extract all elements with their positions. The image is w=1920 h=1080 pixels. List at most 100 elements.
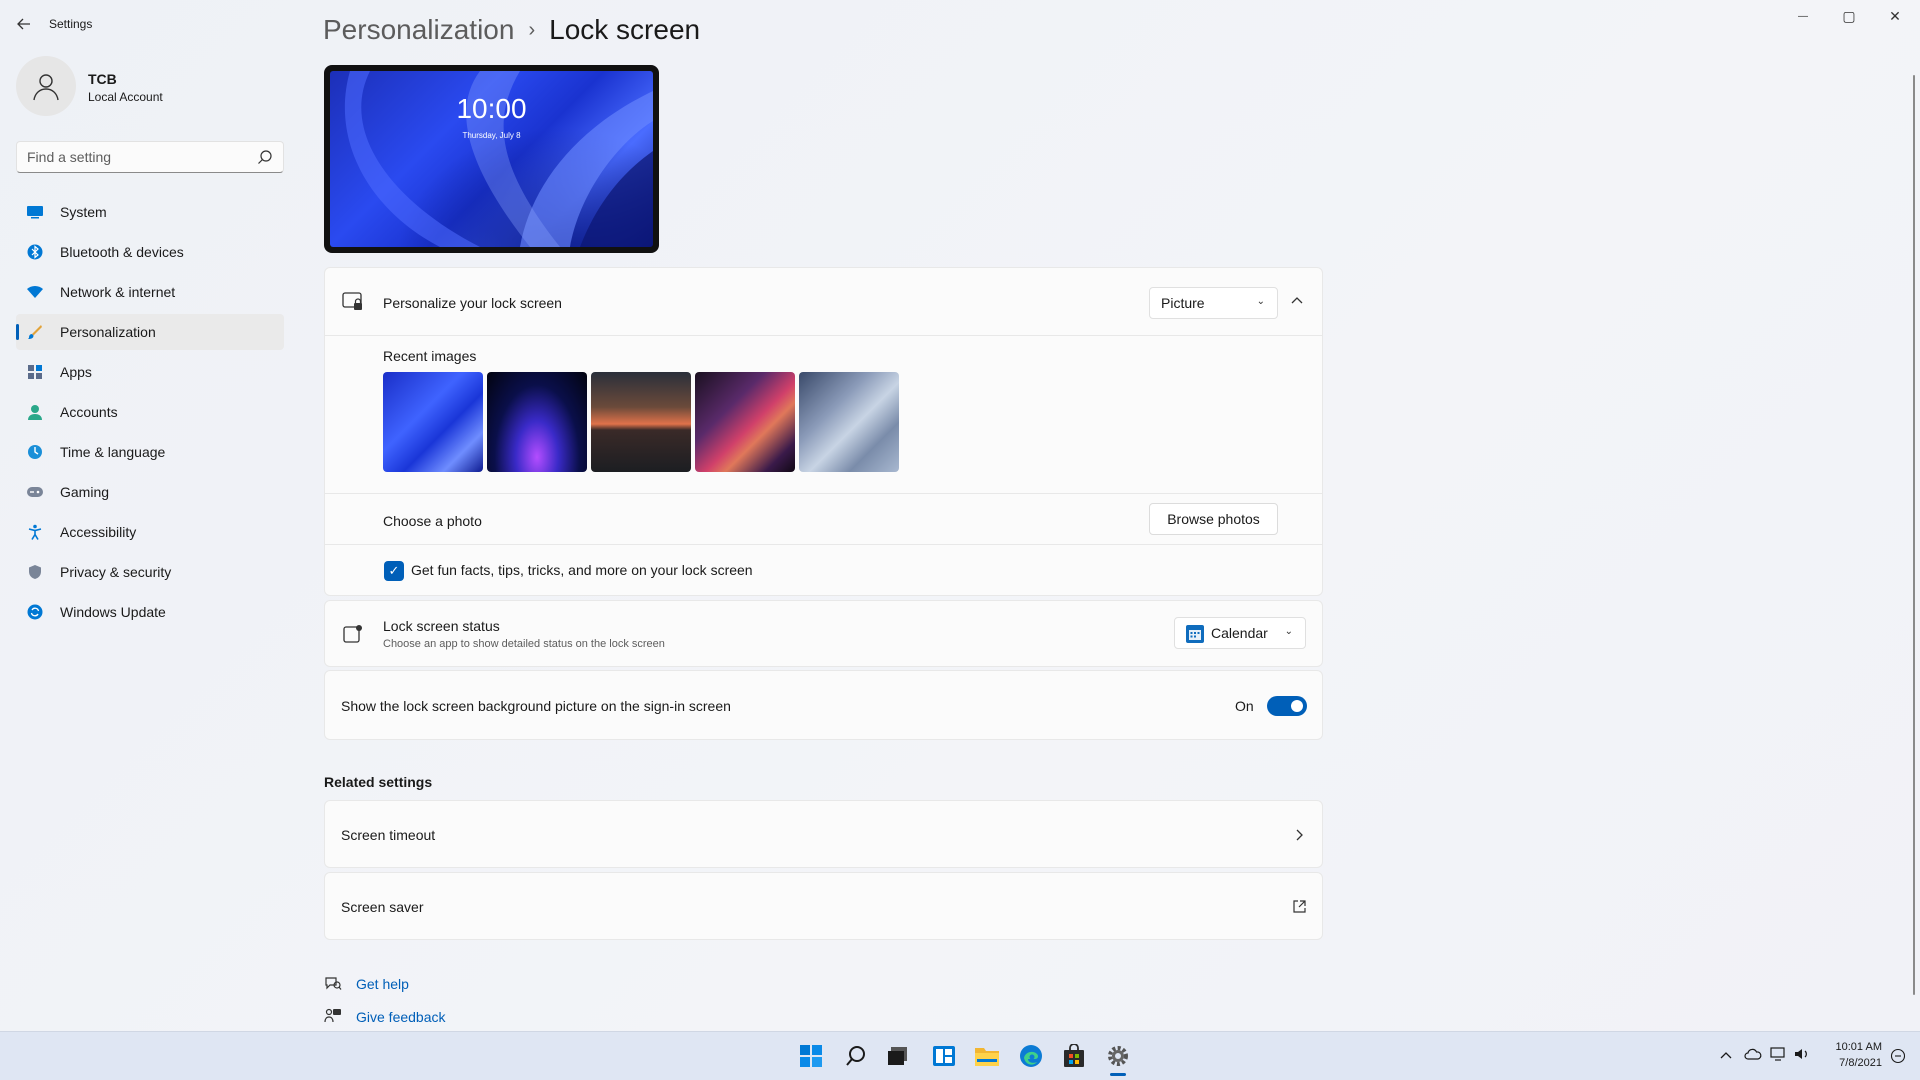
maximize-icon: ▢ — [1842, 7, 1856, 24]
sidebar-item-label: System — [60, 204, 107, 220]
search-box — [16, 141, 284, 173]
search-icon[interactable] — [257, 149, 273, 165]
active-app-indicator — [1110, 1073, 1126, 1076]
recent-image-thumb[interactable] — [695, 372, 795, 472]
recent-image-thumb[interactable] — [591, 372, 691, 472]
chevron-down-icon: ⌄ — [1256, 296, 1265, 307]
accessibility-icon — [26, 523, 44, 541]
signin-background-card: Show the lock screen background picture … — [324, 670, 1323, 740]
settings-taskbar-button[interactable] — [1104, 1042, 1132, 1070]
settings-window: Settings — ▢ ✕ TCB Local Account System … — [0, 0, 1920, 1031]
notification-icon[interactable] — [1890, 1048, 1906, 1064]
file-explorer-icon — [975, 1048, 999, 1066]
dropdown-value: Calendar — [1211, 625, 1268, 641]
sidebar-item-privacy[interactable]: Privacy & security — [16, 554, 284, 590]
sidebar-item-label: Privacy & security — [60, 564, 172, 580]
lock-screen-icon — [342, 292, 362, 310]
taskbar: 10:01 AM 7/8/2021 — [0, 1031, 1920, 1080]
close-button[interactable]: ✕ — [1872, 0, 1918, 32]
title-bar: Settings — ▢ ✕ — [0, 0, 1920, 48]
sidebar-item-time-language[interactable]: Time & language — [16, 434, 284, 470]
search-input[interactable] — [17, 142, 247, 172]
calendar-icon — [1186, 625, 1204, 643]
preview-time: 10:00 — [456, 93, 527, 124]
task-view-button[interactable] — [884, 1042, 912, 1070]
shield-icon — [26, 563, 44, 581]
sidebar-item-apps[interactable]: Apps — [16, 354, 284, 390]
get-help-link[interactable]: Get help — [356, 976, 409, 992]
get-help-icon — [325, 977, 342, 990]
sidebar-item-network[interactable]: Network & internet — [16, 274, 284, 310]
preview-wallpaper: 10:00 Thursday, July 8 — [330, 71, 653, 247]
recent-images-list — [383, 372, 899, 472]
browse-photos-button[interactable]: Browse photos — [1149, 503, 1278, 535]
profile-name: TCB — [88, 71, 117, 87]
divider — [325, 544, 1322, 545]
sidebar-item-label: Network & internet — [60, 284, 176, 300]
profile-account-type: Local Account — [88, 90, 163, 104]
maximize-button[interactable]: ▢ — [1826, 0, 1872, 32]
store-button[interactable] — [1060, 1042, 1088, 1070]
edge-button[interactable] — [1017, 1042, 1045, 1070]
divider — [325, 493, 1322, 494]
store-icon — [1064, 1044, 1084, 1067]
tray-overflow-chevron-icon[interactable] — [1720, 1050, 1732, 1060]
volume-icon[interactable] — [1794, 1047, 1812, 1061]
status-app-dropdown[interactable]: Calendar ⌄ — [1174, 617, 1306, 649]
screen-timeout-link[interactable]: Screen timeout — [324, 800, 1323, 868]
related-settings-heading: Related settings — [324, 774, 433, 790]
close-icon: ✕ — [1889, 7, 1901, 24]
breadcrumb-parent[interactable]: Personalization — [323, 14, 514, 46]
back-button[interactable] — [12, 12, 36, 36]
sidebar-item-system[interactable]: System — [16, 194, 284, 230]
clock-time[interactable]: 10:01 AM — [1822, 1041, 1882, 1053]
sidebar-item-windows-update[interactable]: Windows Update — [16, 594, 284, 630]
preview-date: Thursday, July 8 — [462, 131, 521, 140]
page-title: Lock screen — [549, 14, 701, 45]
lock-screen-type-dropdown[interactable]: Picture ⌄ — [1149, 287, 1278, 319]
cloud-icon[interactable] — [1744, 1047, 1762, 1061]
signin-background-toggle[interactable] — [1267, 696, 1307, 716]
start-button[interactable] — [797, 1042, 825, 1070]
widgets-icon — [933, 1046, 955, 1066]
recent-image-thumb[interactable] — [799, 372, 899, 472]
widgets-button[interactable] — [930, 1042, 958, 1070]
recent-image-thumb[interactable] — [487, 372, 587, 472]
chevron-up-icon[interactable] — [1290, 296, 1304, 306]
external-link-icon — [1293, 900, 1306, 913]
sidebar-item-label: Accounts — [60, 404, 118, 420]
apps-icon — [26, 363, 44, 381]
give-feedback-link[interactable]: Give feedback — [356, 1009, 446, 1025]
search-icon — [846, 1046, 865, 1066]
screen-timeout-label: Screen timeout — [341, 827, 436, 843]
clock-date[interactable]: 7/8/2021 — [1822, 1057, 1882, 1069]
globe-clock-icon — [26, 443, 44, 461]
network-icon[interactable] — [1770, 1047, 1788, 1061]
lock-screen-preview: 10:00 Thursday, July 8 — [324, 65, 659, 253]
sidebar-item-label: Gaming — [60, 484, 110, 500]
sidebar-item-accessibility[interactable]: Accessibility — [16, 514, 284, 550]
sidebar-item-gaming[interactable]: Gaming — [16, 474, 284, 510]
status-title: Lock screen status — [383, 618, 500, 634]
user-profile[interactable]: TCB Local Account — [16, 56, 286, 120]
screen-saver-link[interactable]: Screen saver — [324, 872, 1323, 940]
checkmark-icon: ✓ — [388, 563, 400, 578]
sidebar-item-bluetooth[interactable]: Bluetooth & devices — [16, 234, 284, 270]
scrollbar[interactable] — [1913, 75, 1915, 995]
fun-facts-checkbox[interactable]: ✓ — [384, 561, 404, 581]
fun-facts-label: Get fun facts, tips, tricks, and more on… — [411, 562, 753, 578]
minimize-icon: — — [1798, 10, 1808, 22]
accounts-icon — [26, 403, 44, 421]
taskbar-search-button[interactable] — [842, 1042, 870, 1070]
status-app-icon — [343, 625, 362, 643]
status-subtitle: Choose an app to show detailed status on… — [383, 638, 665, 650]
minimize-button[interactable]: — — [1780, 0, 1826, 32]
sidebar-item-personalization[interactable]: Personalization — [16, 314, 284, 350]
start-icon — [800, 1045, 822, 1067]
recent-image-thumb[interactable] — [383, 372, 483, 472]
sidebar-item-label: Apps — [60, 364, 92, 380]
sidebar-item-accounts[interactable]: Accounts — [16, 394, 284, 430]
sidebar-item-label: Bluetooth & devices — [60, 244, 184, 260]
signin-background-label: Show the lock screen background picture … — [341, 698, 731, 714]
file-explorer-button[interactable] — [973, 1042, 1001, 1070]
